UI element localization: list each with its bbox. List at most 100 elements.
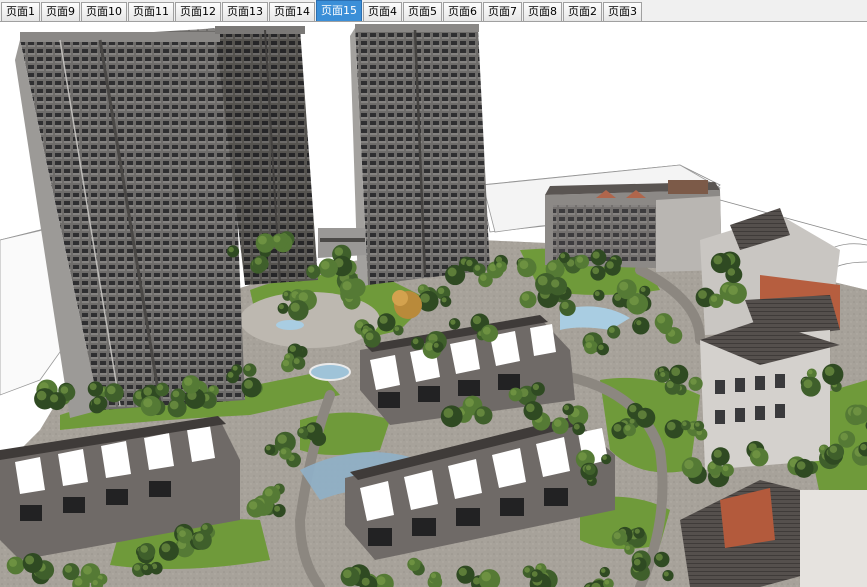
- tree-highlight: [482, 326, 491, 335]
- tree-highlight: [60, 386, 69, 394]
- 3d-model-viewport[interactable]: [0, 22, 867, 587]
- tree-highlight: [143, 398, 153, 408]
- scene-tab[interactable]: 页面5: [403, 2, 442, 21]
- tree-highlight: [133, 564, 141, 571]
- tree-highlight: [519, 260, 529, 270]
- tree-highlight: [209, 386, 215, 392]
- tree-highlight: [265, 445, 271, 451]
- tree-highlight: [803, 379, 813, 389]
- tree-highlight: [796, 461, 806, 470]
- tree-highlight: [308, 266, 315, 273]
- scene-tab[interactable]: 页面10: [81, 2, 127, 21]
- scene-tab[interactable]: 页面6: [443, 2, 482, 21]
- residential-complex-render: [0, 22, 867, 587]
- scene-tab[interactable]: 页面4: [363, 2, 402, 21]
- tree-highlight: [663, 571, 669, 577]
- tree-highlight: [710, 295, 718, 302]
- tree-highlight: [625, 545, 631, 551]
- tree-highlight: [657, 315, 666, 324]
- tree-highlight: [278, 304, 284, 310]
- tree-highlight: [667, 421, 676, 431]
- tree-highlight: [728, 285, 738, 296]
- tree-highlight: [283, 291, 289, 297]
- tree-highlight: [573, 423, 580, 430]
- tree-highlight: [365, 332, 374, 341]
- tree-highlight: [682, 421, 687, 427]
- tree-highlight: [143, 387, 152, 396]
- scene-tab-active[interactable]: 页面15: [316, 0, 362, 21]
- tree-highlight: [184, 377, 193, 386]
- tree-highlight: [248, 501, 258, 510]
- tree-highlight: [655, 553, 663, 561]
- tree-highlight: [409, 559, 415, 566]
- tree-highlight: [321, 260, 330, 270]
- tree-highlight: [412, 338, 419, 345]
- tree-highlight: [578, 452, 587, 461]
- scene-tab[interactable]: 页面13: [222, 2, 268, 21]
- tree-highlight: [586, 465, 591, 471]
- tree-highlight: [629, 404, 637, 413]
- tree-highlight: [420, 293, 430, 303]
- tree-highlight: [244, 379, 253, 389]
- tree-highlight: [342, 281, 352, 291]
- tree-highlight: [690, 378, 697, 385]
- tree-highlight: [634, 528, 640, 534]
- tree-highlight: [481, 571, 492, 582]
- scene-tab[interactable]: 页面1: [1, 2, 40, 21]
- scene-tab[interactable]: 页面8: [523, 2, 562, 21]
- scene-tab[interactable]: 页面7: [483, 2, 522, 21]
- tree-highlight: [684, 459, 694, 470]
- tree-highlight: [273, 235, 281, 243]
- tree-highlight: [521, 293, 530, 301]
- tree-highlight: [142, 564, 149, 571]
- tree-highlight: [592, 267, 600, 275]
- tree-highlight: [524, 567, 530, 573]
- scene-tab[interactable]: 页面3: [603, 2, 642, 21]
- tree-highlight: [594, 291, 600, 297]
- scene-tab[interactable]: 页面12: [175, 2, 221, 21]
- tree-highlight: [592, 251, 600, 259]
- scene-tab[interactable]: 页面9: [41, 2, 80, 21]
- tree-highlight: [606, 261, 614, 269]
- tree-highlight: [254, 257, 262, 265]
- tree-highlight: [829, 445, 838, 453]
- tree-highlight: [450, 319, 456, 325]
- tree-highlight: [92, 579, 98, 586]
- tree-highlight: [443, 408, 454, 418]
- tree-highlight: [722, 465, 729, 472]
- tree-highlight: [640, 287, 646, 292]
- tower-middle: [350, 24, 490, 288]
- tree-highlight: [277, 434, 287, 444]
- tree-highlight: [343, 569, 352, 579]
- tree-highlight: [602, 455, 607, 460]
- tree-highlight: [671, 367, 681, 376]
- tree-highlight: [713, 255, 723, 265]
- scene-tab[interactable]: 页面14: [269, 2, 315, 21]
- tree-highlight: [465, 398, 474, 407]
- tree-highlight: [553, 419, 562, 427]
- tree-highlight: [441, 297, 447, 303]
- tree-highlight: [466, 259, 473, 267]
- tree-highlight: [64, 565, 73, 573]
- tree-highlight: [808, 369, 813, 375]
- tree-highlight: [860, 443, 867, 451]
- tree-highlight: [433, 342, 439, 348]
- tree-highlight: [531, 571, 538, 577]
- scene-tab[interactable]: 页面2: [563, 2, 602, 21]
- tree-highlight: [289, 345, 297, 353]
- scene-tab[interactable]: 页面11: [128, 2, 174, 21]
- tree-highlight: [274, 505, 281, 512]
- tree-highlight: [140, 545, 148, 553]
- tree-highlight: [561, 301, 569, 310]
- tree-highlight: [608, 327, 615, 333]
- tree-highlight: [636, 320, 642, 326]
- tree-highlight: [619, 281, 629, 291]
- tree-highlight: [161, 543, 171, 553]
- tree-highlight: [172, 390, 180, 398]
- tree-highlight: [282, 359, 290, 367]
- tree-highlight: [50, 394, 59, 403]
- tree-highlight: [379, 315, 388, 324]
- tree-highlight: [447, 267, 457, 277]
- tree-highlight: [474, 265, 481, 271]
- tree-highlight: [227, 372, 234, 378]
